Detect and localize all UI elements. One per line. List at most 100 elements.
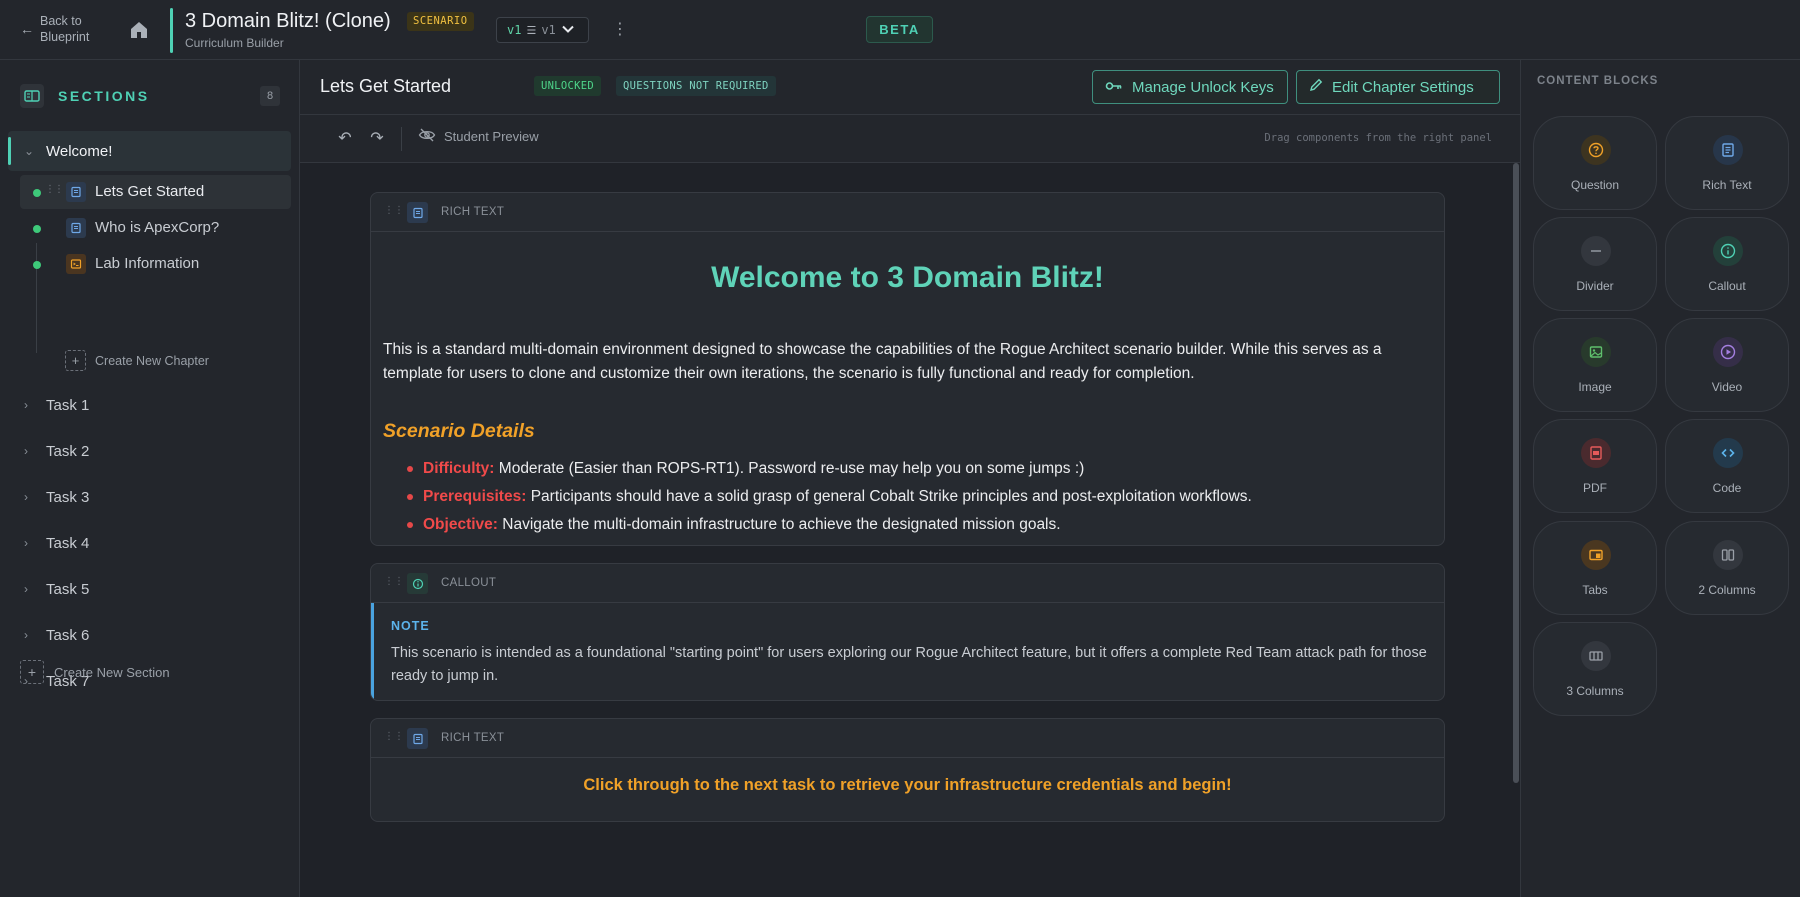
chapter-label: Who is ApexCorp? [95, 219, 220, 236]
chapter-editor: Lets Get Started UNLOCKED QUESTIONS NOT … [300, 60, 1520, 897]
info-icon [1713, 236, 1743, 266]
content-block-rich-text[interactable]: Rich Text [1665, 116, 1789, 210]
content-block-label: Image [1578, 380, 1612, 394]
content-block-question[interactable]: Question [1533, 116, 1657, 210]
edit-chapter-settings-button[interactable]: Edit Chapter Settings [1296, 70, 1500, 104]
back-label-line2: Blueprint [40, 30, 90, 44]
document-icon [66, 182, 86, 202]
section-item-task-1[interactable]: › Task 1 [8, 385, 291, 425]
manage-unlock-keys-label: Manage Unlock Keys [1132, 78, 1274, 96]
content-block-tabs[interactable]: Tabs [1533, 521, 1657, 615]
key-icon [1105, 79, 1123, 96]
document-icon [407, 728, 428, 749]
more-options-icon[interactable]: ⋮ [612, 18, 628, 42]
content-block-video[interactable]: Video [1665, 318, 1789, 412]
note-callout: NOTE This scenario is intended as a foun… [371, 603, 1444, 700]
scenario-details-list: Difficulty: Moderate (Easier than ROPS-R… [407, 455, 1252, 539]
list-item: Prerequisites: Participants should have … [407, 483, 1252, 511]
create-new-chapter-button[interactable]: + Create New Chapter [65, 350, 209, 371]
content-block-pdf[interactable]: PDF [1533, 419, 1657, 513]
welcome-heading: Welcome to 3 Domain Blitz! [711, 261, 1104, 294]
note-label: NOTE [391, 619, 430, 633]
content-block-label: 3 Columns [1566, 684, 1624, 698]
content-block-callout[interactable]: Callout [1665, 217, 1789, 311]
sections-sidebar: SECTIONS 8 ⌄ Welcome! ⋮⋮ Lets Get Starte… [0, 60, 300, 897]
editor-scrollbar[interactable] [1513, 163, 1519, 783]
rich-text-block-cta[interactable]: ⋮⋮ RICH TEXT Click through to the next t… [370, 718, 1445, 822]
student-preview-label: Student Preview [444, 129, 539, 144]
document-icon [66, 218, 86, 238]
section-item-task-4[interactable]: › Task 4 [8, 523, 291, 563]
back-to-blueprint-link[interactable]: ← Back to Blueprint [20, 13, 89, 45]
detail-key: Prerequisites: [423, 488, 527, 505]
rich-text-block-welcome[interactable]: ⋮⋮ RICH TEXT Welcome to 3 Domain Blitz! … [370, 192, 1445, 546]
back-label: Back to Blueprint [40, 13, 89, 45]
section-label: Task 6 [46, 626, 90, 644]
edit-chapter-settings-label: Edit Chapter Settings [1332, 78, 1474, 96]
chevron-right-icon: › [24, 398, 28, 412]
status-dot [33, 225, 41, 233]
back-label-line1: Back to [40, 14, 82, 28]
intro-paragraph: This is a standard multi-domain environm… [383, 341, 1382, 382]
version-select[interactable]: v1 ☰ v1 [496, 17, 589, 43]
content-block-code[interactable]: Code [1665, 419, 1789, 513]
home-icon[interactable] [127, 18, 151, 42]
content-block-label: Divider [1576, 279, 1614, 293]
editor-toolbar: ↶ ↷ Student Preview Drag components from… [300, 115, 1520, 163]
chapter-item-lets-get-started[interactable]: ⋮⋮ Lets Get Started [20, 175, 291, 209]
redo-icon[interactable]: ↷ [366, 128, 388, 150]
create-section-label: Create New Section [54, 664, 170, 680]
content-block-image[interactable]: Image [1533, 318, 1657, 412]
detail-key: Difficulty: [423, 460, 495, 477]
status-dot [33, 189, 41, 197]
content-block-divider[interactable]: Divider [1533, 217, 1657, 311]
chapter-title: Lets Get Started [320, 76, 452, 96]
create-new-section-button[interactable]: + Create New Section [20, 660, 170, 684]
content-block-three-columns[interactable]: 3 Columns [1533, 622, 1657, 716]
status-badge-questions: QUESTIONS NOT REQUIRED [616, 76, 776, 96]
content-block-two-columns[interactable]: 2 Columns [1665, 521, 1789, 615]
title-accent-bar [170, 8, 173, 53]
section-label: Task 4 [46, 534, 90, 552]
manage-unlock-keys-button[interactable]: Manage Unlock Keys [1092, 70, 1288, 104]
drag-handle-icon[interactable]: ⋮⋮ [384, 731, 404, 742]
drag-handle-icon[interactable]: ⋮⋮ [384, 205, 404, 216]
section-item-task-2[interactable]: › Task 2 [8, 431, 291, 471]
content-blocks-panel: CONTENT BLOCKS Question Rich Text Divide… [1520, 60, 1800, 897]
detail-text: Moderate (Easier than ROPS-RT1). Passwor… [498, 460, 1085, 477]
callout-block[interactable]: ⋮⋮ CALLOUT NOTE This scenario is intende… [370, 563, 1445, 701]
undo-icon[interactable]: ↶ [334, 128, 356, 150]
chevron-right-icon: › [24, 582, 28, 596]
section-item-task-6[interactable]: › Task 6 [8, 615, 291, 655]
terminal-icon [66, 254, 86, 274]
content-block-label: Video [1711, 380, 1743, 394]
detail-text: Participants should have a solid grasp o… [530, 488, 1252, 505]
chevron-right-icon: › [24, 536, 28, 550]
drag-handle-icon[interactable]: ⋮⋮ [384, 576, 404, 587]
content-blocks-title: CONTENT BLOCKS [1537, 75, 1659, 87]
section-item-task-3[interactable]: › Task 3 [8, 477, 291, 517]
section-label: Task 3 [46, 488, 90, 506]
section-item-task-5[interactable]: › Task 5 [8, 569, 291, 609]
beta-badge: BETA [866, 16, 933, 43]
plus-icon: + [65, 350, 86, 371]
section-item-welcome[interactable]: ⌄ Welcome! [8, 131, 291, 171]
drag-handle-icon[interactable]: ⋮⋮ [45, 184, 64, 195]
chapter-item-lab-information[interactable]: Lab Information [20, 247, 291, 281]
play-icon [1713, 337, 1743, 367]
question-icon [1581, 135, 1611, 165]
chevron-right-icon: › [24, 628, 28, 642]
code-icon [1713, 438, 1743, 468]
student-preview-button[interactable]: Student Preview [418, 128, 539, 145]
chapter-item-who-is-apexcorp[interactable]: Who is ApexCorp? [20, 211, 291, 245]
scenario-badge: SCENARIO [407, 12, 474, 31]
list-item: Objective: Navigate the multi-domain inf… [407, 511, 1252, 539]
detail-key: Objective: [423, 516, 498, 533]
content-block-label: PDF [1583, 481, 1607, 495]
chevron-right-icon: › [24, 490, 28, 504]
pencil-icon [1309, 78, 1323, 96]
section-label: Welcome! [46, 142, 113, 160]
version-main: v1 [507, 23, 522, 37]
drag-hint: Drag components from the right panel [1264, 132, 1492, 144]
divider-icon [1581, 236, 1611, 266]
